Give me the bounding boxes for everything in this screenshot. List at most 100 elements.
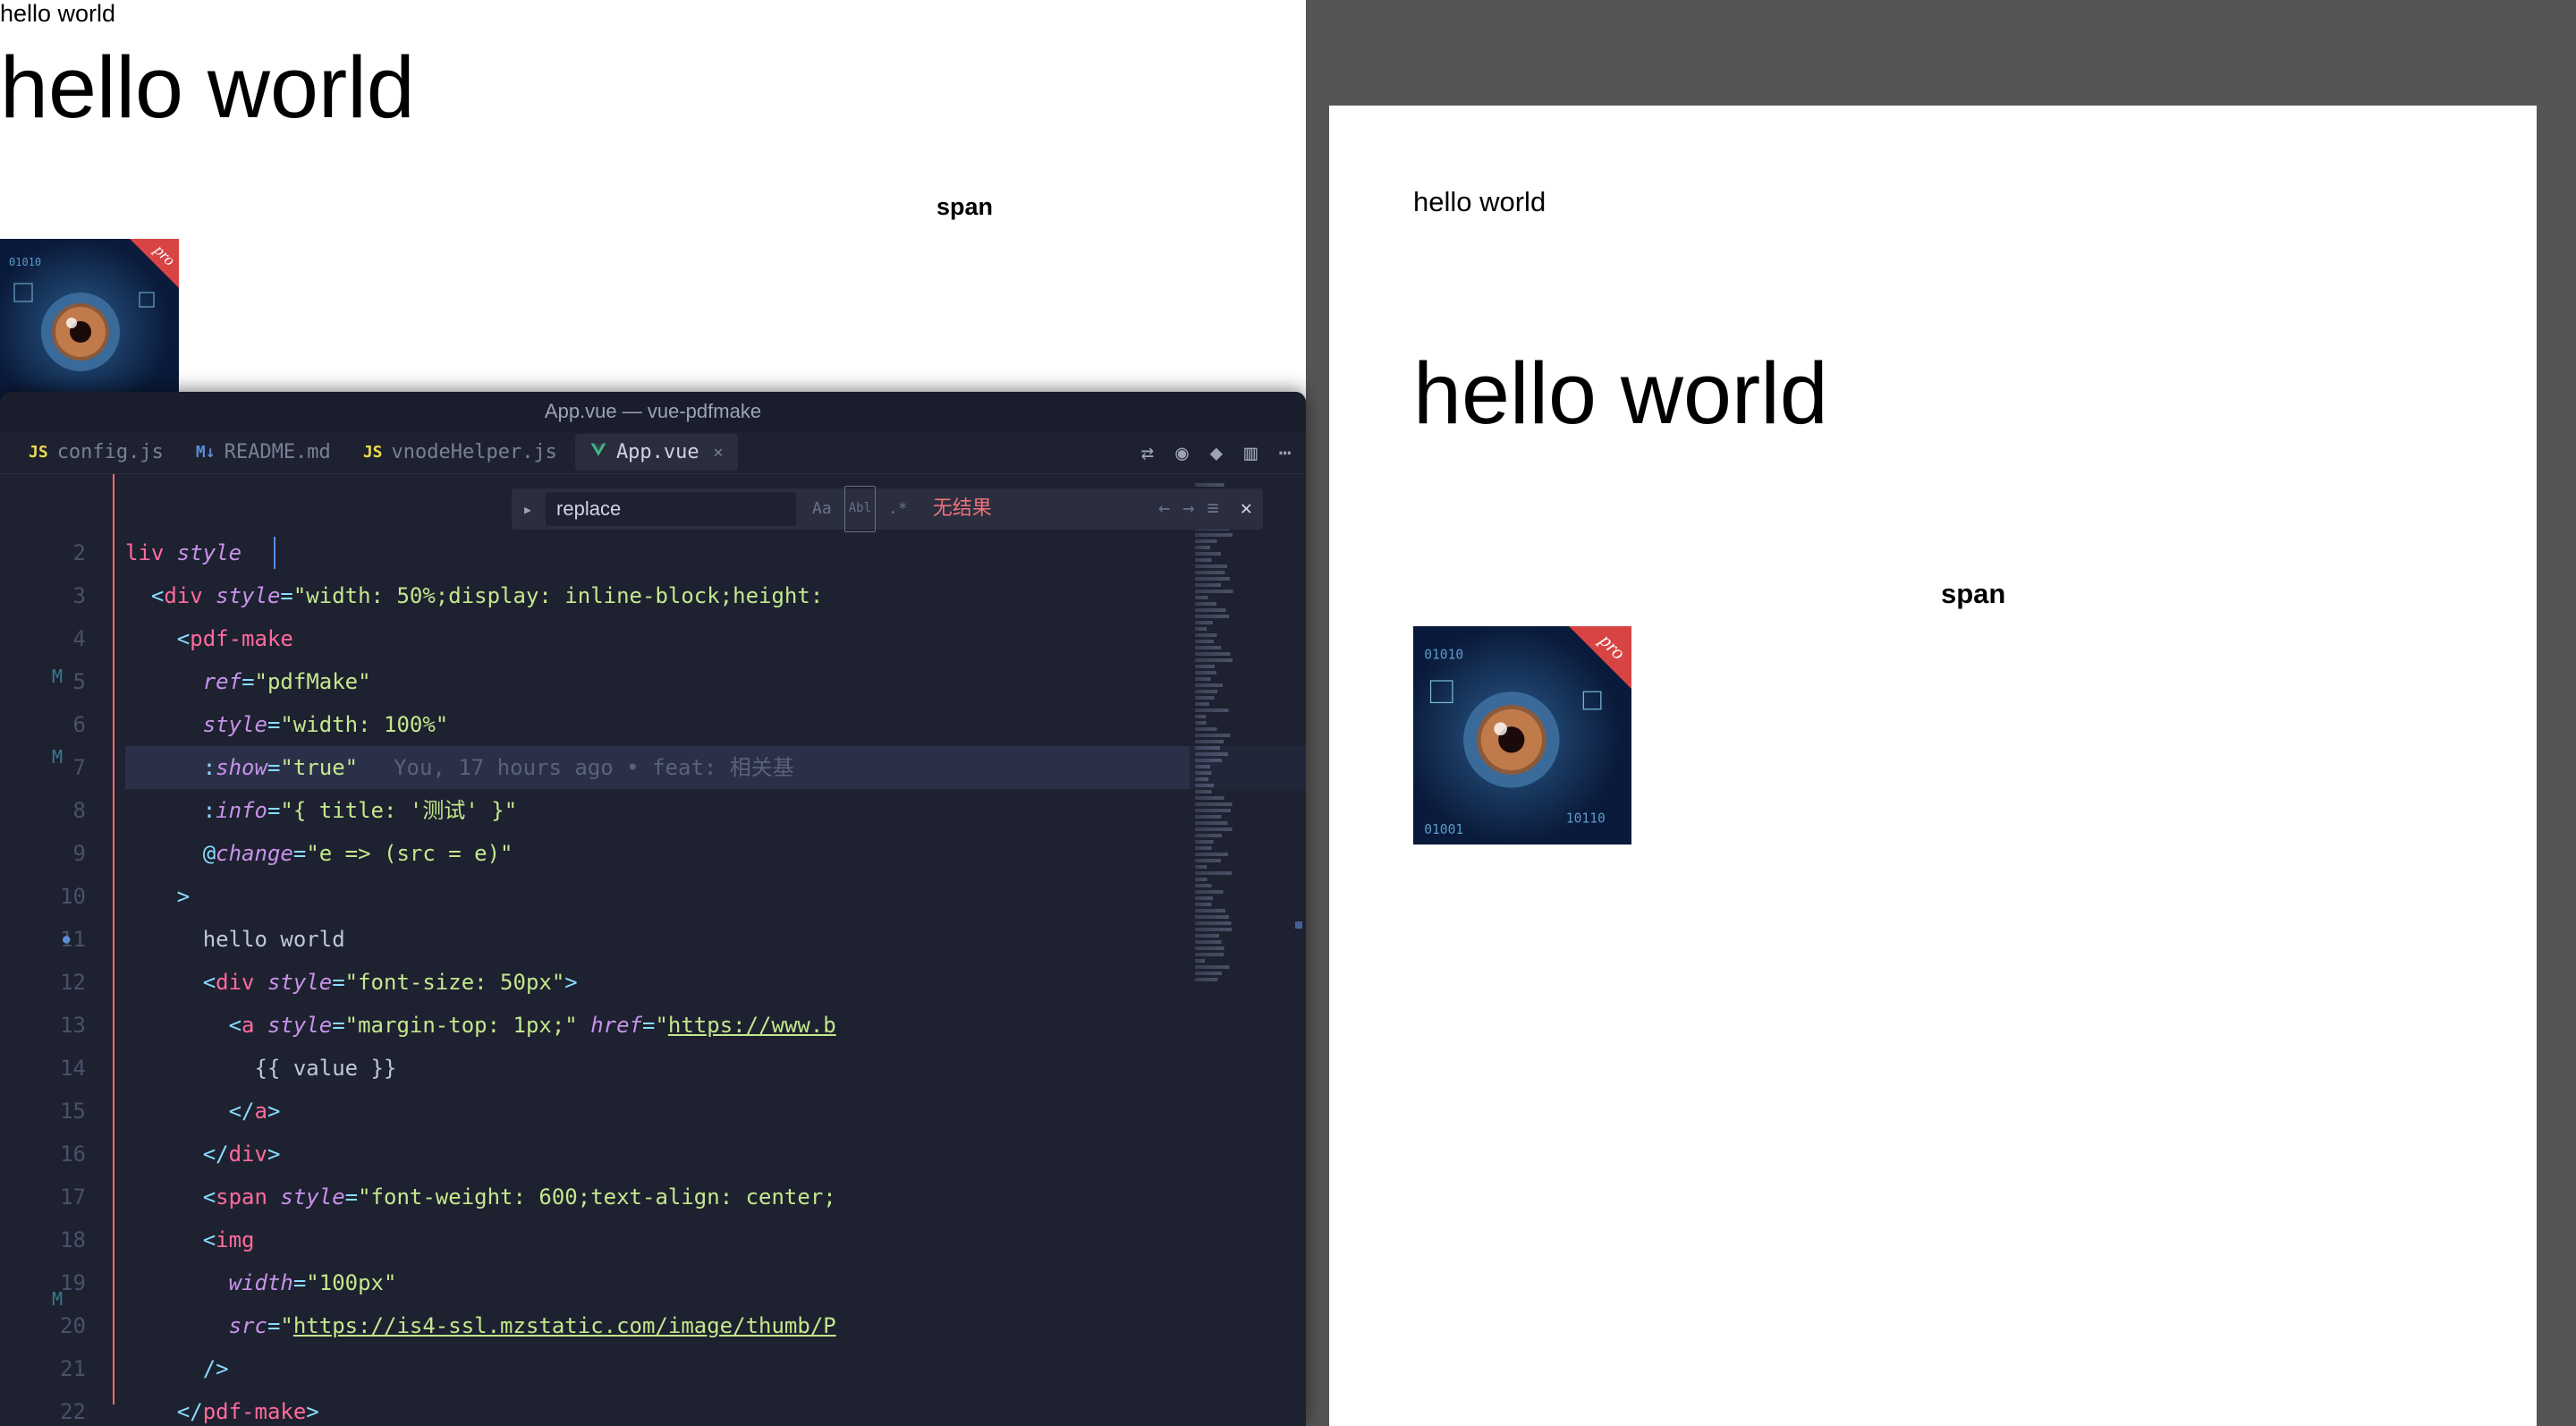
minimap[interactable] (1190, 474, 1306, 1426)
line-number: 18 (0, 1218, 86, 1261)
line-number: 7 (0, 746, 86, 789)
find-selection-icon[interactable]: ≡ (1208, 488, 1219, 531)
pdf-viewer-panel: hello world hello world span 01010 10110… (1306, 0, 2576, 1426)
pro-badge-corner (1569, 626, 1631, 689)
line-number: 12 (0, 961, 86, 1004)
code-line[interactable]: {{ value }} (125, 1047, 1306, 1090)
markdown-icon: M↓ (196, 443, 216, 462)
tab-label: config.js (57, 441, 164, 463)
code-line[interactable]: <div style="width: 50%;display: inline-b… (125, 574, 1306, 617)
line-number: 5 (0, 660, 86, 703)
git-modified-marker: M (52, 655, 63, 698)
pdf-page: hello world hello world span 01010 10110… (1329, 106, 2537, 1426)
tab-vnodehelper-js[interactable]: JS vnodeHelper.js (349, 434, 572, 471)
js-icon: JS (29, 443, 48, 462)
line-number: 4 (0, 617, 86, 660)
code-editor-window: App.vue — vue-pdfmake JS config.js M↓ RE… (0, 392, 1306, 1426)
code-line[interactable]: </pdf-make> (125, 1390, 1306, 1426)
code-area[interactable]: M M ● M 23456789101112131415161718192021… (0, 474, 1306, 1426)
code-line[interactable]: @change="e => (src = e)" (125, 832, 1306, 875)
code-line[interactable]: <a style="margin-top: 1px;" href="https:… (125, 1004, 1306, 1047)
line-number: 17 (0, 1176, 86, 1218)
line-number: 9 (0, 832, 86, 875)
code-line[interactable]: liv style (125, 531, 1306, 574)
code-line[interactable]: </div> (125, 1133, 1306, 1176)
code-line[interactable]: width="100px" (125, 1261, 1306, 1304)
line-number: 15 (0, 1090, 86, 1133)
line-gutter: M M ● M 23456789101112131415161718192021… (0, 474, 107, 1426)
code-line[interactable]: :info="{ title: '测试' }" (125, 789, 1306, 832)
line-number: 11 (0, 918, 86, 961)
svg-text:10110: 10110 (1566, 811, 1606, 827)
preview-icon[interactable]: ◉ (1175, 440, 1188, 465)
code-line[interactable]: <span style="font-weight: 600;text-align… (125, 1176, 1306, 1218)
code-line[interactable]: /> (125, 1347, 1306, 1390)
line-number: 16 (0, 1133, 86, 1176)
line-number: 2 (0, 531, 86, 574)
hello-world-small-text: hello world (0, 0, 1306, 28)
code-line[interactable]: </a> (125, 1090, 1306, 1133)
pdf-span-label: span (1941, 578, 2453, 610)
run-icon[interactable]: ◆ (1210, 440, 1223, 465)
git-change-dot: ● (63, 918, 70, 961)
code-line[interactable]: ref="pdfMake" (125, 660, 1306, 703)
svg-text:01010: 01010 (9, 256, 41, 268)
editor-titlebar[interactable]: App.vue — vue-pdfmake (0, 392, 1306, 431)
line-number: 10 (0, 875, 86, 918)
code-line[interactable]: hello world (125, 918, 1306, 961)
find-result-text: 无结果 (933, 488, 992, 531)
whole-word-icon[interactable]: Abl (844, 486, 876, 532)
git-modified-marker: M (52, 735, 63, 778)
tab-config-js[interactable]: JS config.js (14, 434, 178, 471)
pdf-hello-big: hello world (1413, 344, 2453, 444)
eye-image: 01010 10110 01001 pro (0, 239, 179, 418)
line-number: 14 (0, 1047, 86, 1090)
pdf-eye-image: 01010 10110 01001 pro (1413, 626, 1631, 845)
find-prev-icon[interactable]: ← (1158, 488, 1170, 531)
close-icon[interactable]: ✕ (1241, 488, 1252, 531)
text-cursor (274, 537, 275, 569)
find-input[interactable] (546, 492, 796, 526)
svg-text:01001: 01001 (1424, 822, 1463, 837)
code-line[interactable]: > (125, 875, 1306, 918)
line-number: 3 (0, 574, 86, 617)
line-number: 8 (0, 789, 86, 832)
code-line[interactable]: <img (125, 1218, 1306, 1261)
code-line[interactable]: src="https://is4-ssl.mzstatic.com/image/… (125, 1304, 1306, 1347)
line-number: 6 (0, 703, 86, 746)
code-line[interactable]: :show="true"You, 17 hours ago • feat: 相关… (125, 746, 1306, 789)
svg-text:01010: 01010 (1424, 648, 1463, 663)
editor-toolbar: ⇄ ◉ ◆ ▥ ⋯ (1141, 440, 1292, 465)
tab-label: vnodeHelper.js (392, 441, 557, 463)
find-next-icon[interactable]: → (1182, 488, 1194, 531)
editor-tabbar: JS config.js M↓ README.md JS vnodeHelper… (0, 431, 1306, 474)
line-number: 22 (0, 1390, 86, 1426)
line-number: 20 (0, 1304, 86, 1347)
git-modified-marker: M (52, 1277, 63, 1320)
span-label: span (623, 193, 1306, 221)
code-content[interactable]: ▸ Aa Abl .* 无结果 ← → ≡ ✕ liv style <div s… (107, 474, 1306, 1426)
line-number: 19 (0, 1261, 86, 1304)
line-number: 21 (0, 1347, 86, 1390)
regex-icon[interactable]: .* (885, 486, 911, 532)
code-line[interactable]: <div style="font-size: 50px"> (125, 961, 1306, 1004)
find-replace-widget: ▸ Aa Abl .* 无结果 ← → ≡ ✕ (512, 488, 1263, 530)
more-icon[interactable]: ⋯ (1279, 440, 1292, 465)
line-number: 13 (0, 1004, 86, 1047)
close-icon[interactable]: ✕ (714, 443, 724, 462)
tab-app-vue[interactable]: App.vue ✕ (575, 434, 738, 471)
code-line[interactable]: <pdf-make (125, 617, 1306, 660)
vue-icon (589, 442, 607, 463)
split-icon[interactable]: ▥ (1244, 440, 1257, 465)
code-line[interactable]: style="width: 100%" (125, 703, 1306, 746)
tab-label: README.md (225, 441, 331, 463)
indent-guide (113, 474, 114, 1405)
hello-world-big-link[interactable]: hello world (0, 44, 1306, 131)
tab-readme-md[interactable]: M↓ README.md (182, 434, 345, 471)
match-case-icon[interactable]: Aa (809, 486, 835, 532)
js-icon: JS (363, 443, 383, 462)
find-toggle-icon[interactable]: ▸ (522, 488, 533, 531)
compare-icon[interactable]: ⇄ (1141, 440, 1154, 465)
minimap-marker (1295, 921, 1302, 929)
tab-label: App.vue (616, 441, 699, 463)
